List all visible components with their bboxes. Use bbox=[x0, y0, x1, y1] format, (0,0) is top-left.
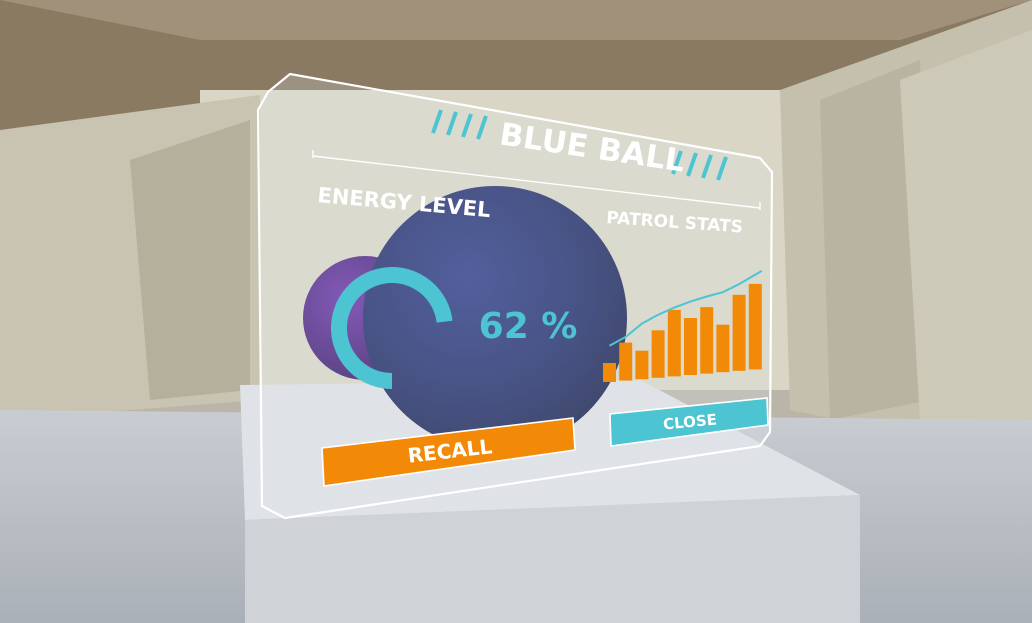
patrol-bar bbox=[635, 350, 649, 380]
patrol-bar bbox=[684, 318, 697, 375]
hologram-panel: BLUE BALL ENERGY LEVEL 62 % PATROL STATS… bbox=[256, 72, 774, 520]
patrol-bar bbox=[603, 363, 616, 382]
patrol-bar bbox=[716, 324, 730, 373]
energy-percent: 62 % bbox=[479, 306, 578, 347]
patrol-bar bbox=[651, 330, 665, 378]
patrol-bar bbox=[700, 307, 714, 374]
patrol-bar bbox=[748, 283, 762, 370]
patrol-bar bbox=[667, 309, 681, 377]
patrol-bar bbox=[619, 342, 633, 381]
patrol-bar bbox=[732, 294, 746, 371]
